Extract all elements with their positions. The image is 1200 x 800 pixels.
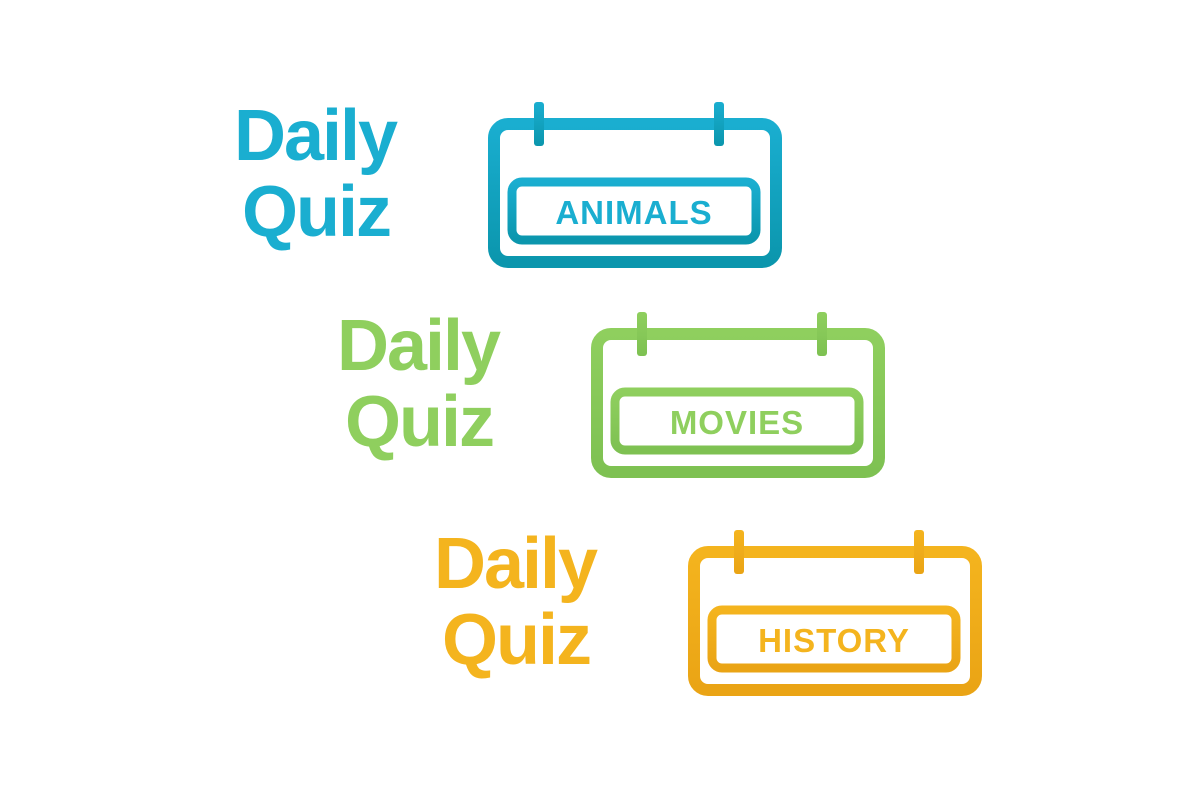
category-label: ANIMALS: [555, 194, 713, 231]
daily-quiz-animals-logo: Daily Quiz ANIMALS: [234, 98, 794, 278]
daily-quiz-movies-logo: Daily Quiz MOVIES: [337, 308, 897, 488]
calendar-icon: HISTORY: [688, 528, 984, 696]
wordmark-daily: Daily: [337, 306, 501, 386]
logo-sheet: Daily Quiz ANIMALS Daily Quiz MOVIES Dai…: [0, 0, 1200, 800]
wordmark-daily: Daily: [234, 96, 398, 176]
daily-quiz-history-logo: Daily Quiz HISTORY: [434, 526, 994, 706]
wordmark-quiz: Quiz: [345, 382, 495, 462]
wordmark: Daily Quiz: [434, 524, 598, 680]
wordmark-quiz: Quiz: [242, 172, 392, 252]
wordmark-quiz: Quiz: [442, 600, 592, 680]
category-label: MOVIES: [669, 404, 805, 441]
calendar-icon: MOVIES: [591, 310, 887, 478]
wordmark: Daily Quiz: [337, 306, 501, 462]
wordmark-daily: Daily: [434, 524, 598, 604]
calendar-icon: ANIMALS: [488, 100, 784, 268]
wordmark: Daily Quiz: [234, 96, 398, 252]
category-label: HISTORY: [758, 622, 910, 659]
